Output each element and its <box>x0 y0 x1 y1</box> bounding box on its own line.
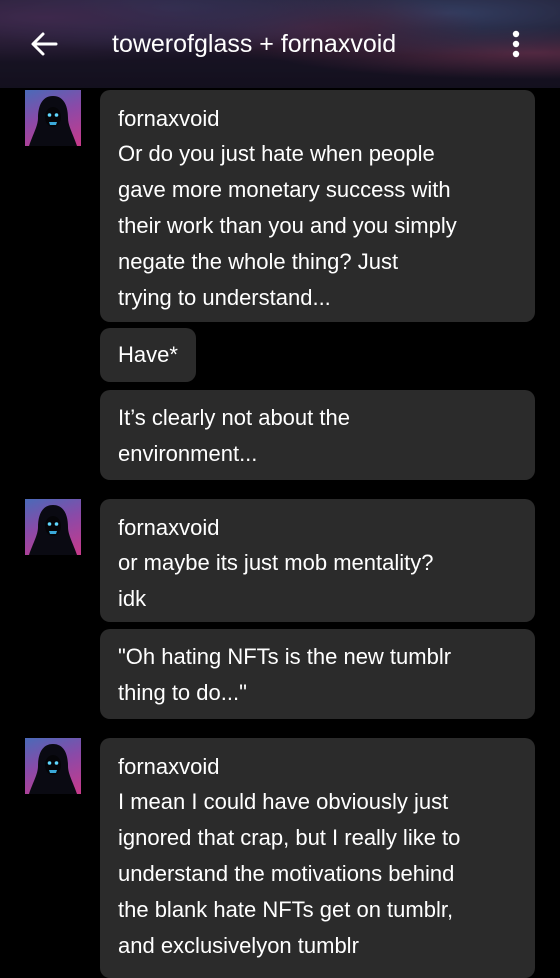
message-bubble[interactable]: It’s clearly not about the environment..… <box>100 390 535 480</box>
message-text-line: "Oh hating NFTs is the new tumblr <box>118 644 452 669</box>
hooded-figure-icon <box>29 96 77 146</box>
message-bubble[interactable]: fornaxvoid Or do you just hate when peop… <box>100 90 535 322</box>
message-text-line: their work than you and you simply <box>118 213 457 238</box>
message-text-line: understand the motivations behind <box>118 861 455 886</box>
message-bubble[interactable]: fornaxvoid or maybe its just mob mentali… <box>100 499 535 622</box>
back-button[interactable] <box>22 22 66 66</box>
arrow-left-icon <box>31 32 58 56</box>
message-text-line: ignored that crap, but I really like to <box>118 825 461 850</box>
more-vertical-icon <box>512 30 520 58</box>
message-text-line: gave more monetary success with <box>118 177 451 202</box>
conversation-header: towerofglass + fornaxvoid <box>0 0 560 88</box>
message-text-line: It’s clearly not about the <box>118 405 350 430</box>
hooded-figure-icon <box>29 744 77 794</box>
message-text-line: Or do you just hate when people <box>118 141 435 166</box>
message-text-line: Have* <box>118 342 178 367</box>
more-options-button[interactable] <box>496 22 536 66</box>
hooded-figure-icon <box>29 505 77 555</box>
message-text-line: trying to understand... <box>118 285 331 310</box>
message-list[interactable]: fornaxvoid Or do you just hate when peop… <box>0 88 560 978</box>
sender-name: fornaxvoid <box>118 515 220 540</box>
message-bubble[interactable]: "Oh hating NFTs is the new tumblr thing … <box>100 629 535 719</box>
message-bubble[interactable]: Have* <box>100 328 196 382</box>
message-text-line: or maybe its just mob mentality? <box>118 550 434 575</box>
message-text-line: environment... <box>118 441 258 466</box>
message-text-line: idk <box>118 586 147 611</box>
avatar[interactable] <box>25 90 81 146</box>
message-text-line: thing to do..." <box>118 680 247 705</box>
conversation-title: towerofglass + fornaxvoid <box>112 30 397 58</box>
message-text-line: I mean I could have obviously just <box>118 789 449 814</box>
avatar[interactable] <box>25 499 81 555</box>
sender-name: fornaxvoid <box>118 106 220 131</box>
message-text-line: negate the whole thing? Just <box>118 249 399 274</box>
sender-name: fornaxvoid <box>118 754 220 779</box>
avatar[interactable] <box>25 738 81 794</box>
message-bubble[interactable]: fornaxvoid I mean I could have obviously… <box>100 738 535 978</box>
message-text-line: the blank hate NFTs get on tumblr, <box>118 897 454 922</box>
message-text-line: and exclusivelyon tumblr <box>118 933 359 958</box>
